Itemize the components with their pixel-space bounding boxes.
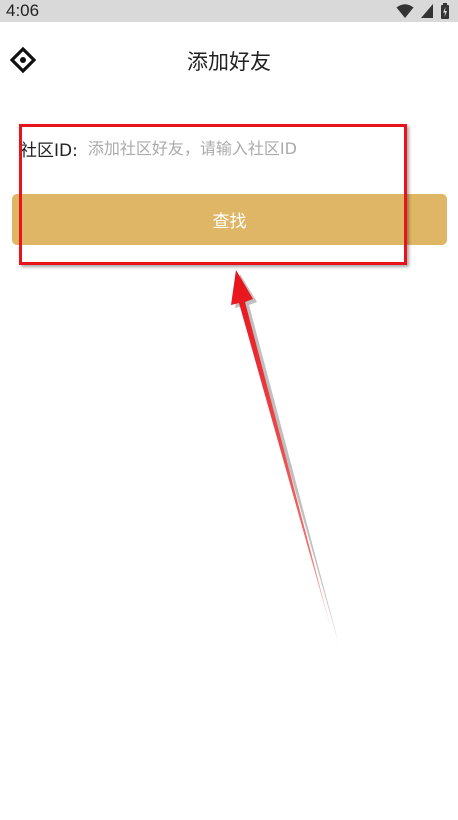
arrow-shape (231, 270, 334, 640)
app-header: 添加好友 (0, 22, 458, 100)
annotation-arrow (231, 270, 339, 645)
battery-icon (441, 3, 449, 19)
arrow-shadow (235, 274, 339, 645)
status-time: 4:06 (6, 1, 40, 20)
status-bar: 4:06 (0, 0, 458, 22)
page-title: 添加好友 (187, 50, 271, 74)
status-icons (396, 3, 450, 19)
signal-icon (421, 4, 433, 18)
highlight-box (19, 124, 407, 265)
wifi-icon (396, 4, 414, 18)
